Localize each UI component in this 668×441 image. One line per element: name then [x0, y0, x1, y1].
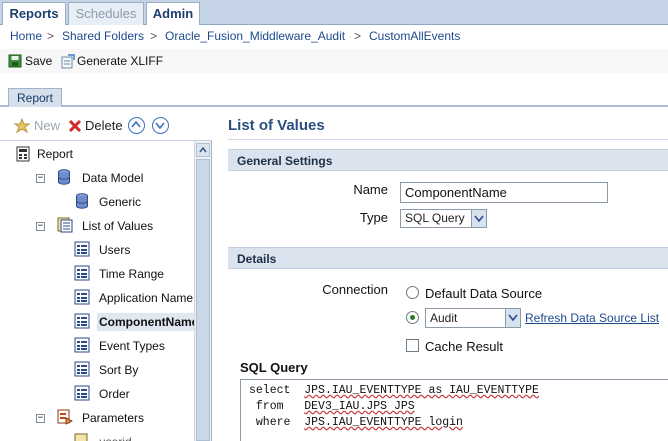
lov-icon [74, 361, 90, 377]
scroll-thumb[interactable] [196, 159, 210, 441]
sql-keyword: from [249, 400, 284, 413]
lov-icon [74, 313, 90, 329]
name-label: Name [353, 182, 388, 197]
main-toolbar: Save Generate XLIFF [0, 49, 668, 73]
tab-reports[interactable]: Reports [2, 2, 66, 25]
list-of-values-icon [57, 217, 73, 233]
tree-node-order[interactable]: Order [99, 385, 130, 403]
save-icon [8, 54, 22, 68]
cache-result-label: Cache Result [425, 339, 504, 354]
title-divider [228, 139, 668, 140]
breadcrumb-sep: > [47, 29, 55, 43]
delete-button[interactable]: Delete [68, 118, 126, 134]
lov-icon [74, 241, 90, 257]
lov-icon [74, 289, 90, 305]
connection-select[interactable]: Audit [425, 308, 521, 328]
type-label: Type [359, 210, 388, 225]
general-settings-header: General Settings [228, 149, 668, 171]
breadcrumb-shared-folders[interactable]: Shared Folders [62, 29, 144, 43]
collapse-list-of-values-icon[interactable]: − [36, 222, 45, 231]
parameter-icon [74, 433, 88, 441]
tree-node-data-model[interactable]: Data Model [82, 169, 143, 187]
general-settings-label: General Settings [237, 154, 333, 168]
sql-query-editor[interactable]: select JPS.IAU_EVENTTYPE as IAU_EVENTTYP… [240, 379, 668, 441]
delete-icon [68, 119, 82, 133]
sql-keyword: where [249, 416, 291, 429]
default-data-source-radio[interactable] [406, 286, 419, 299]
sql-keyword: select [249, 384, 291, 397]
list-of-values-panel: List of Values General Settings Name Typ… [220, 109, 668, 441]
new-button[interactable]: New [14, 118, 62, 134]
collapse-data-model-icon[interactable]: − [36, 174, 45, 183]
breadcrumb-home[interactable]: Home [10, 29, 42, 43]
sql-query-label: SQL Query [240, 360, 308, 375]
move-up-icon[interactable] [128, 117, 145, 134]
breadcrumb: Home > Shared Folders > Oracle_Fusion_Mi… [0, 25, 668, 47]
lov-icon [74, 265, 90, 281]
sql-text: JPS.IAU_EVENTTYPE login [304, 416, 463, 429]
new-icon [14, 118, 31, 134]
tree-node-application-name[interactable]: Application Name [99, 289, 193, 307]
tab-admin[interactable]: Admin [146, 2, 200, 25]
sql-line: select JPS.IAU_EVENTTYPE as IAU_EVENTTYP… [249, 384, 539, 397]
tree-node-time-range[interactable]: Time Range [99, 265, 164, 283]
breadcrumb-sep: > [354, 29, 362, 43]
generate-xliff-button[interactable]: Generate XLIFF [60, 53, 170, 69]
move-down-icon[interactable] [152, 117, 169, 134]
new-label: New [34, 118, 61, 133]
sql-line: where JPS.IAU_EVENTTYPE login [249, 416, 463, 429]
chevron-down-icon [505, 309, 520, 327]
tree-node-component-name[interactable]: ComponentName [97, 313, 194, 331]
cache-result-checkbox[interactable] [406, 339, 419, 352]
editor-tab-strip: Report [0, 80, 668, 107]
database-icon [58, 169, 70, 185]
name-field[interactable] [400, 182, 608, 203]
report-tree: Report − Data Model Generic − List of Va… [0, 141, 194, 441]
save-label: Save [25, 54, 53, 68]
tree-node-report[interactable]: Report [37, 145, 73, 163]
tab-report[interactable]: Report [8, 88, 62, 107]
tab-schedules[interactable]: Schedules [68, 2, 144, 25]
type-select[interactable]: SQL Query [400, 209, 487, 228]
save-button[interactable]: Save [8, 53, 54, 69]
details-header: Details [228, 247, 668, 269]
tree-node-sort-by[interactable]: Sort By [99, 361, 138, 379]
generate-xliff-icon [61, 54, 75, 69]
parameters-icon [57, 409, 73, 425]
lov-icon [74, 385, 90, 401]
tree-node-generic[interactable]: Generic [99, 193, 141, 211]
breadcrumb-sep: > [150, 29, 158, 43]
breadcrumb-current[interactable]: CustomAllEvents [369, 29, 460, 43]
details-label: Details [237, 252, 277, 266]
report-icon [16, 146, 30, 162]
refresh-data-source-link[interactable]: Refresh Data Source List [525, 311, 659, 325]
tree-scrollbar[interactable] [194, 141, 211, 441]
sql-line: from DEV3_IAU.JPS JPS [249, 400, 415, 413]
connection-radio[interactable] [406, 311, 419, 324]
lov-icon [74, 337, 90, 353]
database-icon [76, 193, 88, 209]
connection-label: Connection [322, 282, 388, 297]
chevron-down-icon [471, 210, 486, 227]
tree-node-event-types[interactable]: Event Types [99, 337, 165, 355]
connection-select-value: Audit [430, 311, 458, 325]
page-title: List of Values [228, 117, 325, 134]
tree-toolbar: New Delete [0, 109, 212, 141]
collapse-parameters-icon[interactable]: − [36, 414, 45, 423]
default-data-source-label: Default Data Source [425, 286, 543, 301]
sql-text: JPS.IAU_EVENTTYPE as IAU_EVENTTYPE [304, 384, 539, 397]
delete-label: Delete [85, 118, 123, 133]
type-select-value: SQL Query [405, 211, 465, 225]
tree-node-parameters[interactable]: Parameters [82, 409, 144, 427]
tree-node-list-of-values[interactable]: List of Values [82, 217, 153, 235]
scroll-up-icon[interactable] [196, 143, 210, 157]
breadcrumb-audit-folder[interactable]: Oracle_Fusion_Middleware_Audit [165, 29, 345, 43]
report-tree-panel: New Delete Report − Data Model Generic −… [0, 109, 212, 441]
sql-text: DEV3_IAU.JPS JPS [304, 400, 415, 413]
tree-node-users[interactable]: Users [99, 241, 130, 259]
tree-node-userid[interactable]: userid [99, 433, 132, 441]
top-tab-bar: Reports Schedules Admin [0, 0, 668, 25]
generate-xliff-label: Generate XLIFF [77, 54, 164, 68]
